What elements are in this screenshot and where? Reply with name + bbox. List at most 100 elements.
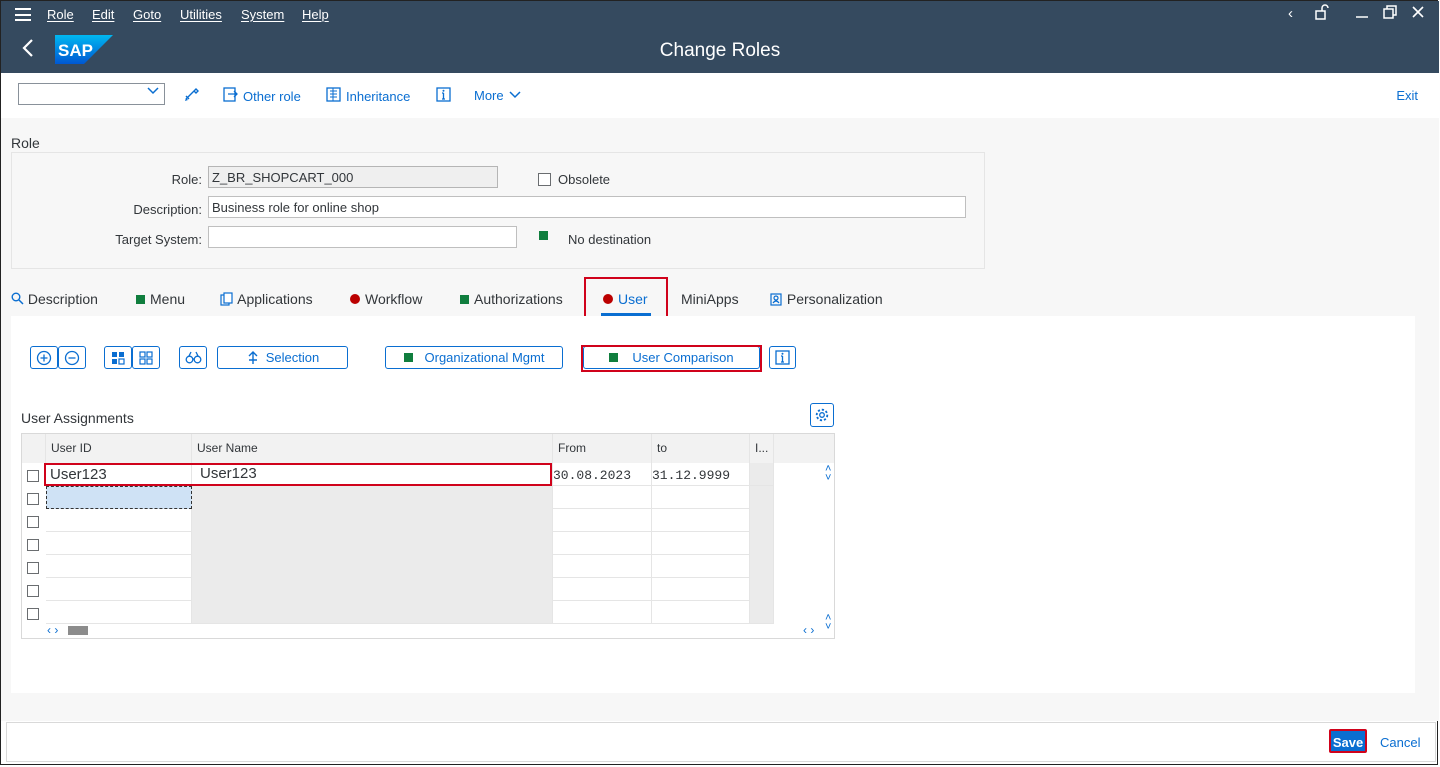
menu-bar: Role Edit Goto Utilities System Help ‹: [1, 1, 1439, 28]
column-header-to[interactable]: to: [652, 434, 750, 463]
user-name-column-empty: [192, 486, 553, 624]
collapse-left-icon[interactable]: ‹: [1288, 5, 1293, 22]
horizontal-scroll-left-icon[interactable]: ‹ ›: [47, 623, 58, 637]
info-button[interactable]: [769, 346, 796, 369]
column-header-filler: [774, 434, 834, 463]
minus-circle-icon: [64, 350, 80, 365]
row-select-checkbox[interactable]: [27, 539, 39, 551]
other-role-button[interactable]: Other role: [223, 87, 301, 105]
to-date-cell[interactable]: [652, 486, 750, 509]
role-field[interactable]: Z_BR_SHOPCART_000: [208, 166, 498, 188]
from-date-cell[interactable]: [553, 486, 652, 509]
inheritance-button[interactable]: Inheritance: [326, 87, 410, 105]
more-button[interactable]: More: [474, 87, 521, 103]
menu-utilities[interactable]: Utilities: [180, 7, 222, 22]
column-header-user-name[interactable]: User Name: [192, 434, 553, 463]
obsolete-checkbox[interactable]: [538, 173, 551, 186]
deselect-all-button[interactable]: [132, 346, 160, 369]
tab-miniapps[interactable]: MiniApps: [681, 291, 739, 307]
selection-button[interactable]: Selection: [217, 346, 348, 369]
gear-icon: [815, 408, 829, 422]
from-date-cell[interactable]: [553, 578, 652, 601]
user-id-cell[interactable]: [46, 578, 192, 601]
to-date-cell[interactable]: [652, 555, 750, 578]
menu-goto[interactable]: Goto: [133, 7, 161, 22]
to-date-cell[interactable]: [652, 509, 750, 532]
destination-status-icon: [539, 231, 548, 240]
tab-authorizations[interactable]: Authorizations: [460, 291, 563, 307]
row-select-checkbox[interactable]: [27, 608, 39, 620]
from-date-value: 30.08.2023: [553, 468, 632, 483]
menu-help[interactable]: Help: [302, 7, 329, 22]
from-date-cell[interactable]: [553, 532, 652, 555]
horizontal-scroll-right-icon[interactable]: ‹ ›: [803, 623, 814, 637]
description-field-label: Description:: [133, 202, 202, 217]
row-select-checkbox[interactable]: [27, 585, 39, 597]
vertical-scroll-down-icon[interactable]: ˄ ˅: [825, 613, 831, 633]
to-date-cell[interactable]: [652, 532, 750, 555]
user-id-cell[interactable]: [46, 532, 192, 555]
user-id-cell[interactable]: [46, 601, 192, 624]
menu-role[interactable]: Role: [47, 7, 74, 22]
user-id-input-active[interactable]: [46, 486, 192, 509]
to-date-cell[interactable]: [652, 578, 750, 601]
expand-all-button[interactable]: [30, 346, 58, 369]
display-change-button[interactable]: [183, 86, 200, 106]
from-date-cell[interactable]: [553, 555, 652, 578]
exit-button[interactable]: Exit: [1396, 88, 1418, 103]
tab-authorizations-label: Authorizations: [474, 291, 563, 307]
minimize-icon[interactable]: [1354, 4, 1370, 24]
tab-workflow[interactable]: Workflow: [350, 291, 422, 307]
select-all-column-header[interactable]: [22, 434, 46, 463]
status-green-icon: [460, 295, 469, 304]
organizational-mgmt-button[interactable]: Organizational Mgmt: [385, 346, 563, 369]
add-circle-icon: [36, 350, 52, 365]
tab-menu[interactable]: Menu: [136, 291, 185, 307]
column-header-user-id[interactable]: User ID: [46, 434, 192, 463]
from-date-cell[interactable]: 30.08.2023: [553, 463, 652, 486]
column-header-from[interactable]: From: [553, 434, 652, 463]
info-button[interactable]: [436, 87, 451, 105]
role-field-label: Role:: [171, 172, 202, 187]
row-highlight: [44, 463, 552, 486]
user-assignments-heading: User Assignments: [21, 410, 134, 426]
collapse-all-button[interactable]: [58, 346, 86, 369]
to-date-cell[interactable]: 31.12.9999: [652, 463, 750, 486]
close-icon[interactable]: [1410, 4, 1426, 24]
tab-applications[interactable]: Applications: [220, 291, 313, 307]
maximize-icon[interactable]: [1382, 4, 1398, 24]
save-button[interactable]: Save: [1329, 729, 1367, 753]
to-date-cell[interactable]: [652, 601, 750, 624]
menu-system[interactable]: System: [241, 7, 284, 22]
status-red-icon: [350, 294, 360, 304]
more-label: More: [474, 87, 504, 103]
row-select-checkbox[interactable]: [27, 493, 39, 505]
menu-edit[interactable]: Edit: [92, 7, 114, 22]
user-id-cell[interactable]: [46, 509, 192, 532]
hamburger-menu-icon[interactable]: [15, 8, 31, 21]
app-toolbar: Other role Inheritance More Exit: [1, 73, 1439, 119]
select-all-button[interactable]: [104, 346, 132, 369]
description-field[interactable]: Business role for online shop: [208, 196, 966, 218]
shell-header: SAP Change Roles: [1, 28, 1439, 73]
column-header-i[interactable]: I...: [750, 434, 774, 463]
unlock-icon[interactable]: [1314, 4, 1330, 24]
row-select-checkbox[interactable]: [27, 516, 39, 528]
user-id-cell[interactable]: [46, 555, 192, 578]
toolbar-dropdown[interactable]: [18, 83, 165, 105]
select-all-icon: [112, 351, 125, 365]
personalization-icon: [770, 293, 782, 306]
tab-personalization-label: Personalization: [786, 291, 883, 307]
tab-personalization[interactable]: Personalization: [769, 291, 883, 307]
table-settings-button[interactable]: [810, 403, 834, 427]
from-date-cell[interactable]: [553, 601, 652, 624]
row-select-checkbox[interactable]: [27, 562, 39, 574]
row-select-checkbox[interactable]: [27, 470, 39, 482]
horizontal-scrollbar-thumb[interactable]: [68, 626, 88, 635]
target-system-field[interactable]: [208, 226, 517, 248]
vertical-scroll-up-icon[interactable]: ˄ ˅: [825, 464, 831, 484]
tab-description[interactable]: Description: [11, 291, 98, 307]
find-button[interactable]: [179, 346, 207, 369]
cancel-button[interactable]: Cancel: [1380, 735, 1420, 750]
from-date-cell[interactable]: [553, 509, 652, 532]
